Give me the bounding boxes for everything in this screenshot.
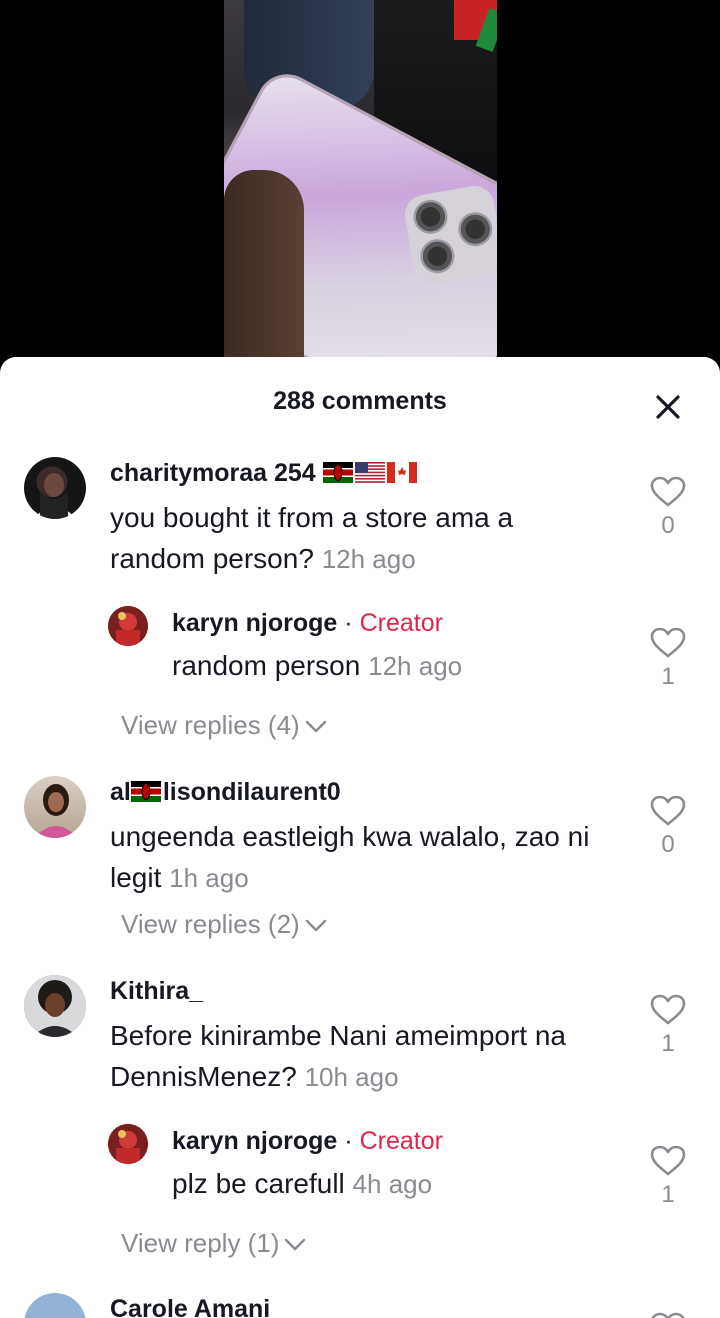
reply-text: plz be carefull 4h ago <box>172 1163 592 1205</box>
comment-username[interactable]: Kithira_ <box>110 977 203 1006</box>
comment-time: 12h ago <box>321 544 416 574</box>
view-replies-label: View replies (2) <box>121 909 300 939</box>
heart-outline-icon <box>650 627 686 658</box>
comment-username[interactable]: charitymoraa 254 <box>110 459 419 488</box>
avatar[interactable] <box>24 776 86 838</box>
like-button[interactable]: 0 <box>648 476 688 540</box>
comment-body: random person <box>172 650 361 681</box>
username-text: al <box>110 778 131 806</box>
heart-outline-icon <box>650 994 686 1025</box>
avatar[interactable] <box>108 1124 148 1164</box>
video-hand <box>224 170 304 370</box>
comments-count-title: 288 comments <box>273 387 447 415</box>
like-button[interactable]: 1 <box>648 1145 688 1209</box>
heart-outline-icon <box>650 1145 686 1176</box>
video-player[interactable] <box>224 0 497 370</box>
view-replies-label: View replies (4) <box>121 710 300 740</box>
sheet-header: 288 comments <box>0 357 720 449</box>
comment-username[interactable]: Carole Amani <box>110 1295 270 1318</box>
kenya-flag-icon <box>130 781 161 802</box>
view-replies-button[interactable]: View replies (4) <box>121 710 328 741</box>
chevron-down-icon <box>305 919 326 932</box>
comment-item: al lisondilaurent0 ungeenda eastleigh kwa… <box>0 773 720 953</box>
comment-item: charitymoraa 254 you bought it from a st… <box>0 454 720 740</box>
username-text: Carole Amani <box>110 1295 271 1318</box>
username-text: karyn njoroge <box>172 609 338 637</box>
separator: · <box>344 1127 353 1155</box>
comments-sheet: 288 comments charitymoraa 254 you bought… <box>0 357 720 1318</box>
chevron-down-icon <box>285 1238 306 1251</box>
like-count: 1 <box>661 663 675 690</box>
username-text: Kithira_ <box>110 977 204 1005</box>
screen: 288 comments charitymoraa 254 you bought… <box>0 0 720 1318</box>
like-button[interactable]: 1 <box>648 627 688 691</box>
avatar[interactable] <box>24 457 86 519</box>
view-replies-label: View reply (1) <box>121 1228 280 1258</box>
creator-badge: Creator <box>359 609 443 637</box>
username-text: karyn njoroge <box>172 1127 338 1155</box>
close-icon[interactable] <box>650 389 686 425</box>
comment-time: 4h ago <box>352 1169 433 1199</box>
camera-lens <box>410 197 451 237</box>
comment-time: 1h ago <box>169 863 249 893</box>
like-button[interactable]: 0 <box>648 795 688 859</box>
avatar[interactable] <box>24 1293 86 1318</box>
like-button[interactable]: 1 <box>648 994 688 1058</box>
like-count: 0 <box>661 512 675 539</box>
like-count: 0 <box>661 831 675 858</box>
comment-text: ungeenda eastleigh kwa walalo, zao ni le… <box>110 816 640 899</box>
comment-body: you bought it from a store ama a random … <box>110 502 514 574</box>
like-button[interactable] <box>648 1312 688 1318</box>
like-count: 1 <box>661 1181 675 1208</box>
comment-time: 10h ago <box>304 1062 399 1092</box>
like-count: 1 <box>661 1030 675 1057</box>
comment-text: Before kinirambe Nani ameimport na Denni… <box>110 1015 610 1098</box>
comment-item: Carole Amani <box>0 1290 720 1318</box>
chevron-down-icon <box>305 720 326 733</box>
heart-outline-icon <box>651 1312 685 1318</box>
avatar[interactable] <box>108 606 148 646</box>
reply-username[interactable]: karyn njoroge · Creator <box>172 609 443 638</box>
camera-lens <box>455 209 496 249</box>
view-replies-button[interactable]: View replies (2) <box>121 909 328 940</box>
canada-flag-icon <box>386 462 417 483</box>
camera-lens <box>417 236 458 276</box>
kenya-flag-icon <box>322 462 353 483</box>
comment-item: Kithira_ Before kinirambe Nani ameimport… <box>0 972 720 1272</box>
usa-flag-icon <box>354 462 385 483</box>
comment-username[interactable]: al lisondilaurent0 <box>110 778 341 807</box>
heart-outline-icon <box>650 476 686 507</box>
avatar[interactable] <box>24 975 86 1037</box>
separator: · <box>344 609 353 637</box>
reply-text: random person 12h ago <box>172 645 592 687</box>
username-text: charitymoraa 254 <box>110 459 316 487</box>
comment-body: plz be carefull <box>172 1168 345 1199</box>
video-phone-camera <box>401 182 497 288</box>
username-text: lisondilaurent0 <box>162 778 341 806</box>
comment-time: 12h ago <box>368 651 463 681</box>
view-replies-button[interactable]: View reply (1) <box>121 1228 307 1259</box>
creator-badge: Creator <box>359 1127 443 1155</box>
comment-text: you bought it from a store ama a random … <box>110 497 610 580</box>
heart-outline-icon <box>650 795 686 826</box>
reply-username[interactable]: karyn njoroge · Creator <box>172 1127 443 1156</box>
